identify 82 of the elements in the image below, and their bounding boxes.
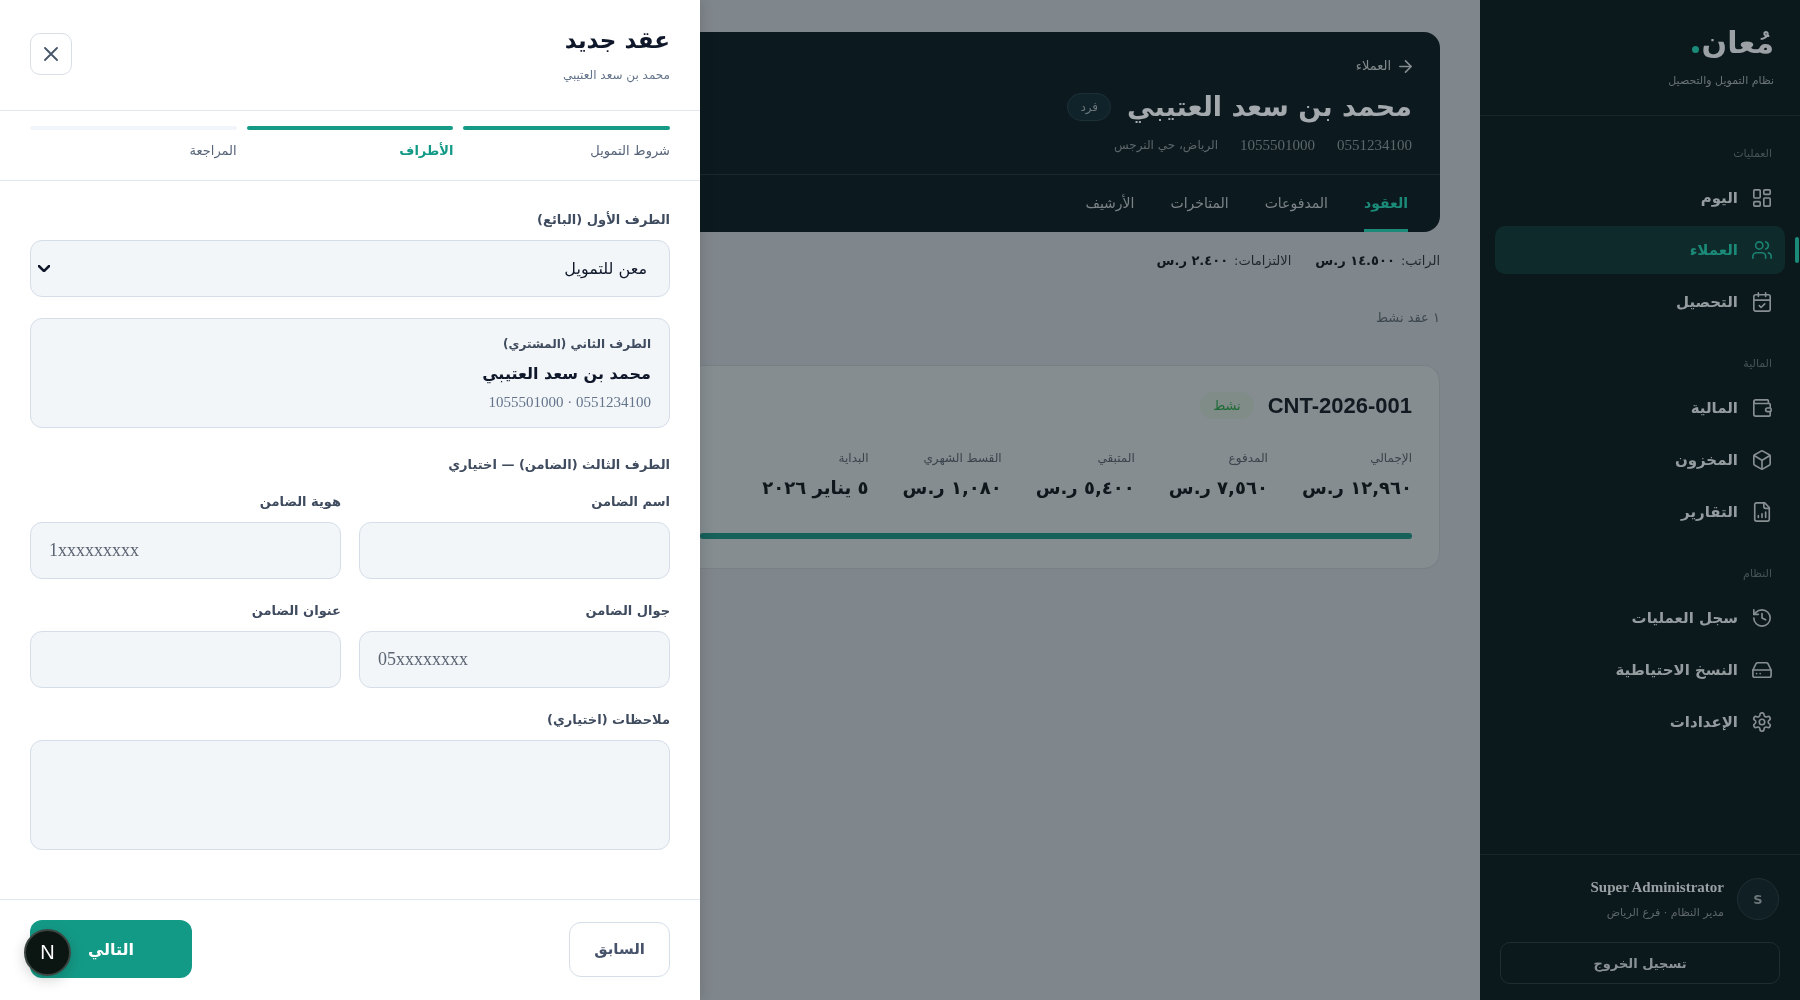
field-label: هوية الضامن xyxy=(259,493,341,511)
client-type-badge: فرد xyxy=(1067,92,1112,121)
client-meta-text: 1055501000 xyxy=(1240,135,1315,154)
stat-label: البداية xyxy=(838,449,869,466)
section-title: العمليات xyxy=(1733,146,1772,162)
settings-icon xyxy=(1752,712,1772,732)
status-badge: نشط xyxy=(1200,392,1254,419)
active-indicator xyxy=(1795,237,1799,263)
previous-button[interactable]: السابق xyxy=(569,921,670,977)
nav-item[interactable]: العملاء xyxy=(1495,226,1785,274)
section-title: النظام xyxy=(1743,566,1772,582)
tagline: نظام التمويل والتحصيل xyxy=(1668,73,1774,89)
stat-label: المتبقي xyxy=(1097,449,1135,466)
tab[interactable]: الأرشيف xyxy=(1085,174,1135,232)
input-field[interactable]: 05xxxxxxxx xyxy=(359,631,670,688)
nav-item[interactable]: الإعدادات xyxy=(1495,698,1785,746)
nav-item[interactable]: التحصيل xyxy=(1495,278,1785,326)
buyer-name: محمد بن سعد العتيبي xyxy=(482,363,651,385)
nav-item[interactable]: المالية xyxy=(1495,384,1785,432)
close-button[interactable] xyxy=(30,33,72,75)
section-title: المالية xyxy=(1743,356,1772,372)
step-label: شروط التمويل xyxy=(590,142,670,160)
client-meta-text: الرياض، حي النرجس xyxy=(1114,136,1218,154)
nav-item[interactable]: اليوم xyxy=(1495,174,1785,222)
dot-icon xyxy=(1691,46,1699,53)
arrow-icon xyxy=(1399,59,1412,73)
stat-value: ٧,٥٦٠ ر.س xyxy=(1168,475,1268,500)
close-icon xyxy=(44,47,58,61)
stat-label: القسط الشهري xyxy=(923,449,1002,466)
user-name: Super Administrator xyxy=(1590,878,1724,897)
client-name: محمد بن سعد العتيبي xyxy=(1127,89,1412,125)
stat-value: ٥,٤٠٠ ر.س xyxy=(1035,475,1135,500)
input-field[interactable]: 1xxxxxxxxx xyxy=(30,522,341,579)
box-icon xyxy=(1752,450,1772,470)
users-icon xyxy=(1752,240,1772,260)
grid-icon xyxy=(1752,188,1772,208)
nav-item[interactable]: سجل العمليات xyxy=(1495,594,1785,642)
avatar: S xyxy=(1737,878,1779,920)
calendar-check-icon xyxy=(1752,292,1772,312)
chevron-down-icon xyxy=(38,265,50,272)
stat-value: ١,٠٨٠ ر.س xyxy=(902,475,1002,500)
summary-label: الالتزامات: xyxy=(1234,251,1292,270)
nav-item[interactable]: التقارير xyxy=(1495,488,1785,536)
field-label: الطرف الأول (البائع) xyxy=(537,210,670,229)
stat-label: الإجمالي xyxy=(1370,449,1412,466)
logo-text: مُعان xyxy=(1701,24,1774,62)
stat-label: المدفوع xyxy=(1228,449,1268,466)
buyer-label: الطرف الثاني (المشتري) xyxy=(503,336,651,353)
input-field[interactable] xyxy=(359,522,670,579)
drawer-title: عقد جديد xyxy=(564,26,670,55)
buyer-ids: 1055501000 · 0551234100 xyxy=(488,393,651,411)
field-label: عنوان الضامن xyxy=(251,602,341,620)
input-field[interactable] xyxy=(30,631,341,688)
contract-number: CNT-2026-001 xyxy=(1267,391,1412,420)
field-label: جوال الضامن xyxy=(585,602,670,620)
step-label: الأطراف xyxy=(399,142,454,160)
nav-item[interactable]: المخزون xyxy=(1495,436,1785,484)
hard-drive-icon xyxy=(1752,660,1772,680)
stat-value: ١٢,٩٦٠ ر.س xyxy=(1301,475,1412,500)
wallet-icon xyxy=(1752,398,1772,418)
logout-button[interactable]: تسجيل الخروج xyxy=(1500,942,1780,984)
stat-value: ٥ يناير ٢٠٢٦ xyxy=(762,475,869,501)
tab[interactable]: المدفوعات xyxy=(1264,174,1328,232)
client-meta-text: 0551234100 xyxy=(1337,135,1412,154)
seller-select[interactable]: معن للتمويل xyxy=(30,240,670,297)
document-chart-icon xyxy=(1752,502,1772,522)
summary-value: ٢.٤٠٠ ر.س xyxy=(1156,251,1229,270)
section-heading: الطرف الثالث (الضامن) — اختياري xyxy=(448,456,670,474)
notes-textarea[interactable] xyxy=(30,740,670,850)
history-icon xyxy=(1752,608,1772,628)
tab[interactable]: المتاخرات xyxy=(1170,174,1229,232)
summary-label: الراتب: xyxy=(1400,251,1440,270)
breadcrumb-link[interactable]: العملاء xyxy=(1355,57,1412,75)
drawer-subtitle: محمد بن سعد العتيبي xyxy=(562,67,670,84)
field-label: اسم الضامن xyxy=(591,493,670,511)
user-role: مدير النظام · فرع الرياض xyxy=(1606,905,1724,921)
nav-item[interactable]: النسخ الاحتياطية xyxy=(1495,646,1785,694)
field-label: ملاحظات (اختياري) xyxy=(546,711,670,729)
tab[interactable]: العقود xyxy=(1364,174,1408,232)
step-label: المراجعة xyxy=(189,142,237,160)
summary-value: ١٤.٥٠٠ ر.س xyxy=(1315,251,1395,270)
contracts-count: ١ عقد نشط xyxy=(1376,308,1440,327)
